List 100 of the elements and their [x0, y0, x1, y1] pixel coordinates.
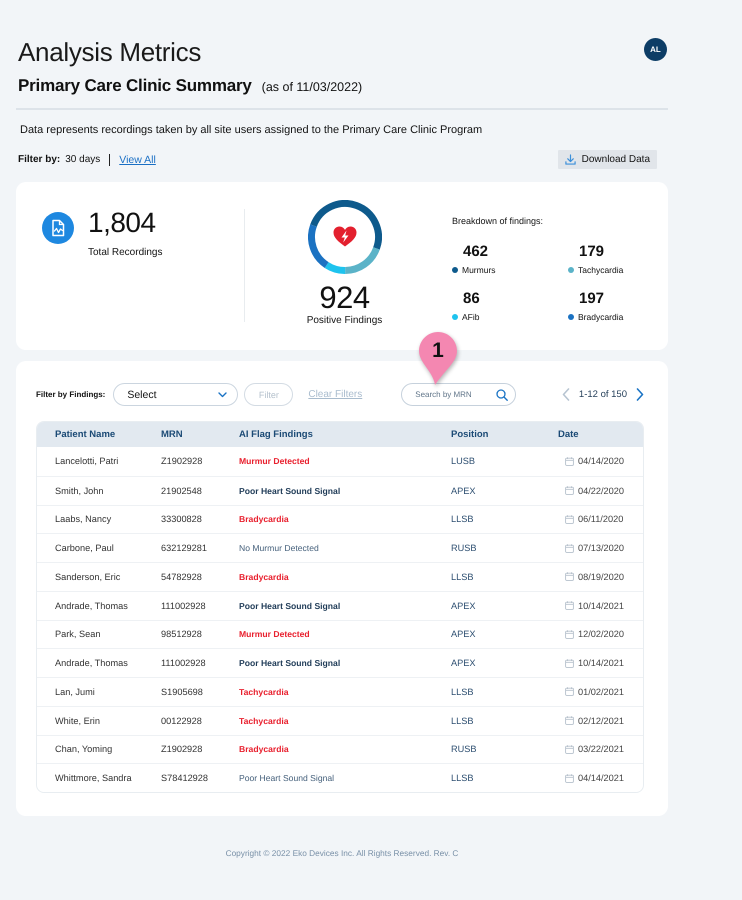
column-header[interactable]: Position — [451, 429, 558, 440]
page-title: Analysis Metrics — [18, 36, 202, 68]
column-header[interactable]: Date — [558, 429, 643, 440]
calendar-icon — [565, 601, 574, 610]
as-of-date: (as of 11/03/2022) — [262, 79, 362, 96]
table-cell: 03/22/2021 — [578, 744, 624, 754]
clinic-summary-title: Primary Care Clinic Summary — [18, 75, 252, 97]
annotation-pin: 1 — [418, 331, 458, 386]
table-cell-text: 54782928 — [161, 572, 203, 582]
table-cell-text: Z1902928 — [161, 456, 204, 466]
calendar-icon — [565, 716, 574, 726]
table-cell-text: LLSB — [451, 773, 474, 784]
filter-label: Filter by: — [18, 154, 60, 165]
finding-label: Murmurs — [462, 264, 496, 276]
table-cell-text: LLSB — [451, 686, 474, 697]
table-cell-text: Tachycardia — [239, 716, 290, 726]
table-cell: 06/11/2020 — [578, 514, 624, 524]
table-cell-text: Poor Heart Sound Signal — [239, 658, 342, 668]
positive-findings-count: 924 — [319, 282, 370, 314]
findings-select-dropdown[interactable]: Select — [113, 383, 238, 406]
calendar-icon — [565, 572, 574, 582]
calendar-icon — [565, 774, 574, 783]
table-cell-text: Sanderson, Eric — [55, 572, 122, 582]
view-all-link[interactable]: View All — [119, 154, 156, 166]
description-text: Data represents recordings taken by all site users assigned to the Primary Care Clinic Program — [19, 123, 484, 137]
table-cell-text: White, Erin — [55, 716, 101, 726]
total-recordings-count: 1,804 — [88, 208, 157, 238]
table-cell-text: Laabs, Nancy — [55, 514, 112, 524]
table-cell-text: Smith, John — [55, 486, 105, 496]
download-icon — [564, 154, 576, 165]
search-field[interactable]: Search by MRN — [401, 383, 516, 406]
table-cell: 04/22/2020 — [578, 486, 624, 496]
positive-findings-label: Positive Findings — [306, 314, 382, 328]
finding-label: Bradycardia — [578, 311, 624, 323]
table-cell-text: 21902548 — [161, 486, 203, 496]
table-cell-text: Murmur Detected — [239, 456, 311, 466]
download-button[interactable]: Download Data — [558, 150, 657, 169]
table-cell-text: Tachycardia — [239, 686, 290, 697]
findings-filter-label: Filter by Findings: — [36, 390, 106, 399]
table-cell-text: 33300828 — [161, 514, 203, 524]
table-cell-text: LLSB — [451, 572, 474, 582]
table-cell-text: Bradycardia — [239, 744, 290, 754]
table-cell-text: Andrade, Thomas — [55, 600, 129, 611]
column-header[interactable]: AI Flag Findings — [239, 429, 451, 440]
column-header[interactable]: Patient Name — [55, 429, 161, 440]
table-cell: 07/13/2020 — [578, 543, 624, 554]
table-cell-text: 111002928 — [161, 600, 207, 611]
table-cell: 10/14/2021 — [578, 658, 624, 668]
table-cell-text: RUSB — [451, 744, 478, 754]
table-cell-text: Z1902928 — [161, 744, 204, 754]
column-header[interactable]: MRN — [161, 429, 239, 440]
table-cell-text: APEX — [451, 658, 477, 668]
table-cell-text: Poor Heart Sound Signal — [239, 600, 342, 611]
breakdown-title: Breakdown of findings: — [452, 215, 544, 227]
table-cell-text: 111002928 — [161, 658, 207, 668]
table-cell-text: 00122928 — [161, 716, 203, 726]
table-cell-text: No Murmur Detected — [239, 543, 320, 554]
finding-count: 86 — [462, 290, 481, 308]
table-cell-text: 98512928 — [161, 629, 203, 640]
finding-count: 179 — [578, 243, 606, 261]
finding-label: Tachycardia — [578, 264, 624, 276]
user-avatar[interactable]: AL — [644, 38, 667, 61]
chevron-down-icon — [218, 392, 228, 398]
table-cell-text: APEX — [451, 600, 477, 611]
calendar-icon — [565, 486, 574, 496]
finding-count: 197 — [578, 290, 606, 308]
copyright-text: Copyright © 2022 Eko Devices Inc. All Rights Reserved. Rev. C — [226, 848, 458, 858]
table-cell-text: APEX — [451, 486, 477, 496]
table-cell-text: APEX — [451, 629, 477, 640]
table-cell-text: Andrade, Thomas — [55, 658, 129, 668]
table-cell-text: Lan, Jumi — [55, 686, 96, 697]
table-cell: 01/02/2021 — [578, 686, 624, 697]
table-cell-text: Poor Heart Sound Signal — [239, 486, 342, 496]
finding-label: AFib — [462, 311, 480, 323]
page-range: 1-12 of 150 — [578, 389, 627, 400]
table-cell: 04/14/2020 — [578, 456, 624, 466]
finding-count: 462 — [462, 243, 490, 261]
table-cell-text: RUSB — [451, 543, 478, 554]
table-cell-text: Murmur Detected — [239, 629, 311, 640]
calendar-icon — [565, 514, 574, 524]
table-cell-text: S78412928 — [161, 773, 210, 784]
table-cell-text: Park, Sean — [55, 629, 102, 640]
document-icon — [42, 212, 74, 244]
table-cell-text: LUSB — [451, 456, 476, 466]
chevron-right-icon[interactable] — [636, 388, 644, 401]
total-recordings-label: Total Recordings — [88, 246, 162, 260]
table-cell-text: Carbone, Paul — [55, 543, 115, 554]
filter-value: 30 days — [65, 154, 100, 165]
calendar-icon — [565, 744, 574, 754]
calendar-icon — [565, 687, 574, 696]
calendar-icon — [565, 658, 574, 668]
table-cell-text: LLSB — [451, 514, 474, 524]
table-cell-text: 632129281 — [161, 543, 208, 554]
table-cell-text: Poor Heart Sound Signal — [239, 773, 336, 784]
table-cell-text: LLSB — [451, 716, 474, 726]
table-cell: 10/14/2021 — [578, 600, 624, 611]
table-cell-text: Chan, Yoming — [55, 744, 114, 754]
search-icon[interactable] — [496, 388, 508, 400]
table-cell: 02/12/2021 — [578, 716, 624, 726]
table-cell-text: Lancelotti, Patri — [55, 456, 120, 466]
